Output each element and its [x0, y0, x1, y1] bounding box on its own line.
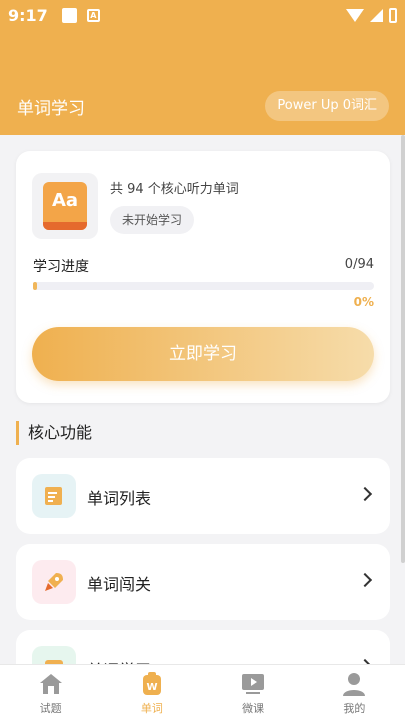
vocab-book-icon: Aa	[43, 182, 87, 230]
tab-words[interactable]: W 单词	[101, 665, 202, 721]
svg-text:W: W	[146, 682, 157, 693]
start-learning-button[interactable]: 立即学习	[32, 327, 374, 381]
tab-label: 单词	[140, 702, 163, 715]
word-book-icon: W	[142, 672, 161, 695]
tab-microlesson[interactable]: 微课	[203, 665, 304, 721]
study-summary-card: Aa 共 94 个核心听力单词 未开始学习 学习进度 0/94 0% 立即学习	[16, 151, 390, 403]
progress-count: 0/94	[344, 257, 374, 272]
page-title: 单词学习	[17, 99, 85, 119]
home-icon	[39, 674, 62, 694]
tab-exam[interactable]: 试题	[0, 665, 101, 721]
section-title: 核心功能	[16, 421, 92, 445]
feature-label: 单词列表	[87, 489, 152, 508]
word-count-description: 共 94 个核心听力单词	[110, 182, 239, 197]
signal-icon	[370, 8, 383, 22]
study-status-badge: 未开始学习	[110, 206, 195, 234]
notification-a-icon: A	[86, 8, 100, 22]
chevron-right-icon	[357, 486, 373, 502]
feature-word-challenge[interactable]: 单词闯关	[16, 544, 390, 620]
progress-bar	[33, 282, 374, 290]
page-header: 单词学习 Power Up 0词汇	[0, 30, 405, 135]
bottom-tab-bar: 试题 W 单词 微课 我的	[0, 664, 405, 721]
tab-label: 试题	[39, 702, 62, 715]
video-icon	[242, 674, 265, 694]
battery-icon	[389, 7, 397, 23]
progress-percent: 0%	[353, 295, 374, 309]
chevron-right-icon	[357, 572, 373, 588]
notification-square-icon	[61, 7, 77, 23]
tab-label: 我的	[343, 702, 366, 715]
tab-label: 微课	[242, 702, 265, 715]
tab-profile[interactable]: 我的	[304, 665, 405, 721]
notepad-icon	[32, 474, 76, 518]
rocket-icon	[32, 560, 76, 604]
feature-label: 单词闯关	[87, 575, 152, 594]
status-bar: 9:17 A	[0, 0, 405, 30]
powerup-vocab-pill[interactable]: Power Up 0词汇	[265, 91, 389, 121]
user-icon	[343, 673, 366, 696]
status-time: 9:17	[8, 5, 48, 25]
scrollbar[interactable]	[401, 135, 405, 563]
status-indicators	[346, 7, 397, 23]
wifi-icon	[346, 8, 364, 22]
progress-bar-fill	[33, 282, 37, 290]
feature-word-list[interactable]: 单词列表	[16, 458, 390, 534]
progress-label: 学习进度	[33, 259, 89, 275]
vocab-book-icon-text: Aa	[51, 190, 79, 211]
vocab-book-icon-wrap: Aa	[32, 173, 98, 239]
